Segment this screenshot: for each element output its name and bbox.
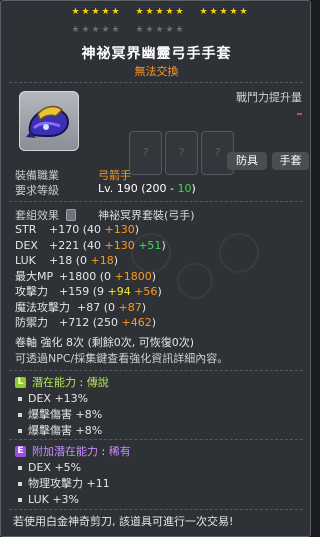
upgrade-info: 卷軸 強化 8次 (剩餘0次, 可恢復0次)	[15, 336, 195, 349]
stat-value: +1800 (0 +1800)	[59, 269, 157, 283]
stat-name: 最大MP	[15, 269, 54, 283]
potential-line: LUK +3%	[28, 493, 80, 506]
potential-line: DEX +5%	[28, 461, 82, 474]
star-filled-icon: ★	[165, 7, 174, 17]
star-filled-icon: ★	[91, 7, 100, 17]
bullet	[18, 498, 22, 502]
watermark	[177, 263, 213, 299]
glove-icon	[26, 105, 70, 138]
job-card: ?	[165, 131, 198, 175]
job-value: 弓箭手	[98, 169, 131, 182]
star-filled-icon: ★	[209, 7, 218, 17]
equip-slot-tag: 手套	[272, 152, 309, 170]
epic-grade-icon: E	[15, 446, 26, 457]
star-filled-icon: ★	[71, 7, 80, 17]
stat-name: 防禦力	[15, 316, 48, 329]
potential-line: 爆擊傷害 +8%	[28, 424, 103, 437]
star-empty-icon: ★	[91, 25, 100, 35]
stat-value: +87 (0 +87)	[77, 300, 147, 314]
divider	[9, 82, 303, 83]
job-label: 裝備職業	[15, 169, 59, 182]
combat-power-value	[297, 113, 302, 115]
star-empty-icon: ★	[165, 25, 174, 35]
legendary-grade-icon: L	[15, 377, 26, 388]
watermark	[219, 233, 259, 273]
star-force-row: ★ ★ ★ ★ ★ ★ ★ ★ ★ ★	[1, 25, 310, 38]
combat-power-label: 戰鬥力提升量	[236, 91, 302, 104]
item-name: 神祕冥界幽靈弓手手套	[81, 46, 232, 62]
bullet	[18, 413, 22, 417]
star-filled-icon: ★	[155, 7, 164, 17]
level-value: Lv. 190 (200 - 10)	[98, 182, 196, 195]
stat-name: 攻擊力	[15, 285, 48, 298]
star-empty-icon: ★	[175, 25, 184, 35]
bonus-potential-header: 附加潛在能力 : 稀有	[32, 445, 131, 458]
star-filled-icon: ★	[219, 7, 228, 17]
bullet	[18, 397, 22, 401]
star-filled-icon: ★	[145, 7, 154, 17]
star-filled-icon: ★	[81, 7, 90, 17]
potential-line: 物理攻擊力 +11	[28, 477, 110, 490]
upgrade-hint: 可透過NPC/採集鍵查看強化資訊詳細內容。	[15, 352, 229, 365]
star-filled-icon: ★	[239, 7, 248, 17]
lock-icon	[66, 209, 76, 221]
item-icon-frame	[19, 91, 79, 151]
bullet	[18, 466, 22, 470]
bullet	[18, 429, 22, 433]
level-label: 要求等級	[15, 184, 59, 197]
star-empty-icon: ★	[155, 25, 164, 35]
divider	[9, 509, 303, 510]
star-filled-icon: ★	[175, 7, 184, 17]
star-force-row: ★ ★ ★ ★ ★ ★ ★ ★ ★ ★ ★ ★ ★ ★ ★	[1, 7, 310, 20]
job-card: ?	[129, 131, 162, 175]
potential-header: 潛在能力 : 傳說	[32, 376, 109, 389]
stat-name: LUK	[15, 254, 36, 267]
set-effect-label: 套組效果	[15, 209, 59, 222]
stat-value: +712 (250 +462)	[59, 316, 157, 329]
scissors-note: 若使用白金神奇剪刀, 該道具可進行一次交易!	[13, 515, 234, 528]
star-filled-icon: ★	[229, 7, 238, 17]
star-empty-icon: ★	[71, 25, 80, 35]
equip-type-tag: 防具	[227, 152, 267, 170]
potential-line: 爆擊傷害 +8%	[28, 408, 103, 421]
stat-name: DEX	[15, 238, 38, 252]
set-name: 神祕冥界套裝(弓手)	[98, 209, 195, 222]
bullet	[18, 482, 22, 486]
star-filled-icon: ★	[199, 7, 208, 17]
star-empty-icon: ★	[81, 25, 90, 35]
stat-value: +170 (40 +130)	[49, 223, 140, 236]
potential-line: DEX +13%	[28, 392, 89, 405]
stat-value: +159 (9 +94 +56)	[59, 285, 162, 298]
star-filled-icon: ★	[101, 7, 110, 17]
stat-name: 魔法攻擊力	[15, 300, 70, 314]
stat-value: +18 (0 +18)	[49, 254, 119, 267]
stat-value: +221 (40 +130 +51)	[49, 238, 166, 252]
divider	[9, 370, 303, 371]
star-empty-icon: ★	[145, 25, 154, 35]
divider	[9, 201, 303, 202]
star-empty-icon: ★	[111, 25, 120, 35]
item-tooltip: ★ ★ ★ ★ ★ ★ ★ ★ ★ ★ ★ ★ ★ ★ ★ ★ ★ ★ ★ ★ ★ ★ ★ ★ ★ 神祕冥界幽靈弓手手套 無法…	[0, 0, 311, 537]
divider	[9, 439, 303, 440]
star-empty-icon: ★	[135, 25, 144, 35]
star-empty-icon: ★	[101, 25, 110, 35]
stat-name: STR	[15, 223, 37, 236]
star-filled-icon: ★	[135, 7, 144, 17]
trade-status: 無法交換	[134, 65, 179, 78]
star-filled-icon: ★	[111, 7, 120, 17]
